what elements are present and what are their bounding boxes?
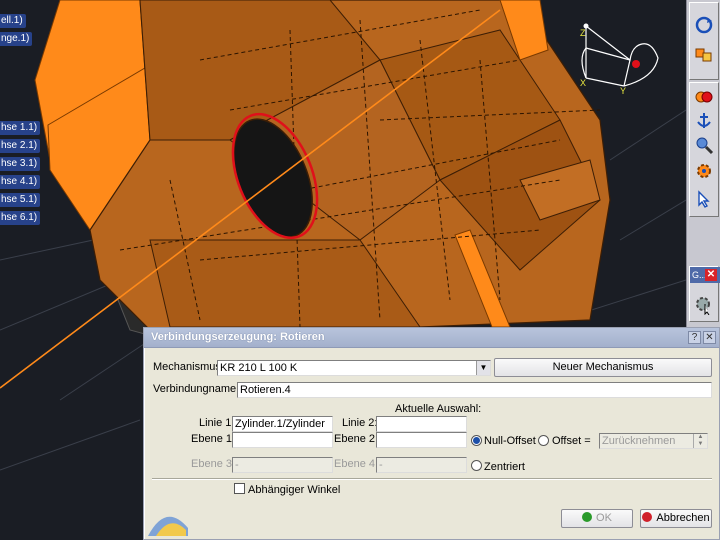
toolbar-group-view: [689, 2, 719, 80]
plane4-field: -: [376, 457, 467, 473]
cancel-button[interactable]: Abbrechen: [640, 509, 712, 528]
cancel-label: Abbrechen: [656, 512, 710, 524]
catia-logo-icon: [148, 516, 188, 536]
revolute-joint-dialog: Verbindungserzeugung: Rotieren ? ✕ Mecha…: [143, 327, 720, 540]
joint-name-input[interactable]: Rotieren.4: [237, 382, 712, 398]
tree-item[interactable]: nge.1): [0, 32, 33, 46]
line1-label: Linie 1:: [199, 417, 235, 429]
offset-label: Offset =: [552, 435, 591, 447]
line1-field[interactable]: Zylinder.1/Zylinder: [232, 416, 333, 432]
offset-spinner[interactable]: ▲ ▼: [693, 434, 707, 448]
assembly-icon[interactable]: [692, 85, 716, 109]
joint-gear-icon[interactable]: [692, 159, 716, 183]
compass-y-label: Y: [620, 86, 626, 96]
ok-button[interactable]: OK: [561, 509, 633, 528]
mechanism-label: Mechanismus:: [153, 361, 224, 373]
dialog-titlebar[interactable]: Verbindungserzeugung: Rotieren ? ✕: [144, 328, 719, 348]
tree-item[interactable]: hse 2.1): [0, 139, 41, 153]
gear-pointer-icon[interactable]: [692, 293, 716, 317]
line2-label: Linie 2:: [342, 417, 378, 429]
compass-icon[interactable]: Z X Y: [572, 18, 662, 98]
plane2-label: Ebene 2:: [334, 433, 379, 445]
plane3-field: -: [232, 457, 333, 473]
null-offset-label: Null-Offset: [484, 435, 536, 447]
compass-z-label: Z: [580, 28, 586, 38]
null-offset-radio[interactable]: [471, 435, 482, 446]
mechanism-value: KR 210 L 100 K: [220, 362, 298, 374]
dialog-title: Verbindungserzeugung: Rotieren: [151, 331, 325, 343]
plane1-field[interactable]: [232, 432, 333, 448]
close-button[interactable]: ✕: [703, 331, 716, 344]
new-mechanism-button[interactable]: Neuer Mechanismus: [494, 358, 712, 377]
offset-value: Zurücknehmen: [602, 435, 676, 447]
cancel-icon: [642, 512, 653, 522]
tree-item[interactable]: hse 1.1): [0, 121, 41, 135]
dependent-angle-checkbox[interactable]: [234, 483, 245, 494]
tree-item[interactable]: hse 4.1): [0, 175, 41, 189]
toolbar-group-dmu: [689, 82, 719, 217]
compass-x-label: X: [580, 78, 586, 88]
tree-item[interactable]: hse 6.1): [0, 211, 41, 225]
tree-item[interactable]: ell.1): [0, 14, 26, 28]
chevron-down-icon[interactable]: ▼: [476, 361, 490, 375]
centered-radio[interactable]: [471, 460, 482, 471]
spec-tree: ell.1) nge.1) hse 1.1) hse 2.1) hse 3.1)…: [0, 0, 41, 230]
ok-icon: [582, 512, 593, 522]
plane1-label: Ebene 1:: [191, 433, 236, 445]
tree-item[interactable]: hse 3.1): [0, 157, 41, 171]
centered-label: Zentriert: [484, 461, 525, 473]
offset-radio[interactable]: [538, 435, 549, 446]
help-button[interactable]: ?: [688, 331, 701, 344]
current-selection-label: Aktuelle Auswahl:: [395, 403, 482, 415]
line2-field[interactable]: [376, 416, 467, 432]
anchor-joint-icon[interactable]: [692, 109, 716, 133]
tree-item[interactable]: hse 5.1): [0, 193, 41, 207]
dependent-angle-label: Abhängiger Winkel: [248, 484, 341, 496]
pointer-tool-icon[interactable]: [692, 187, 716, 211]
joint-name-label: Verbindungname:: [153, 383, 240, 395]
rotate-view-icon[interactable]: [692, 13, 716, 37]
toolbar-group-g: G... ✕: [689, 266, 720, 322]
ok-label: OK: [596, 512, 612, 524]
plane2-field[interactable]: [376, 432, 467, 448]
simulation-icon[interactable]: [692, 133, 716, 157]
plane3-label: Ebene 3:: [191, 458, 236, 470]
offset-field[interactable]: Zurücknehmen ▲ ▼: [599, 433, 708, 449]
plane4-label: Ebene 4:: [334, 458, 379, 470]
toolbar-group-close-icon[interactable]: ✕: [705, 269, 717, 281]
multi-view-icon[interactable]: [692, 43, 716, 67]
divider: [152, 478, 712, 480]
mechanism-dropdown[interactable]: KR 210 L 100 K ▼: [217, 360, 491, 376]
